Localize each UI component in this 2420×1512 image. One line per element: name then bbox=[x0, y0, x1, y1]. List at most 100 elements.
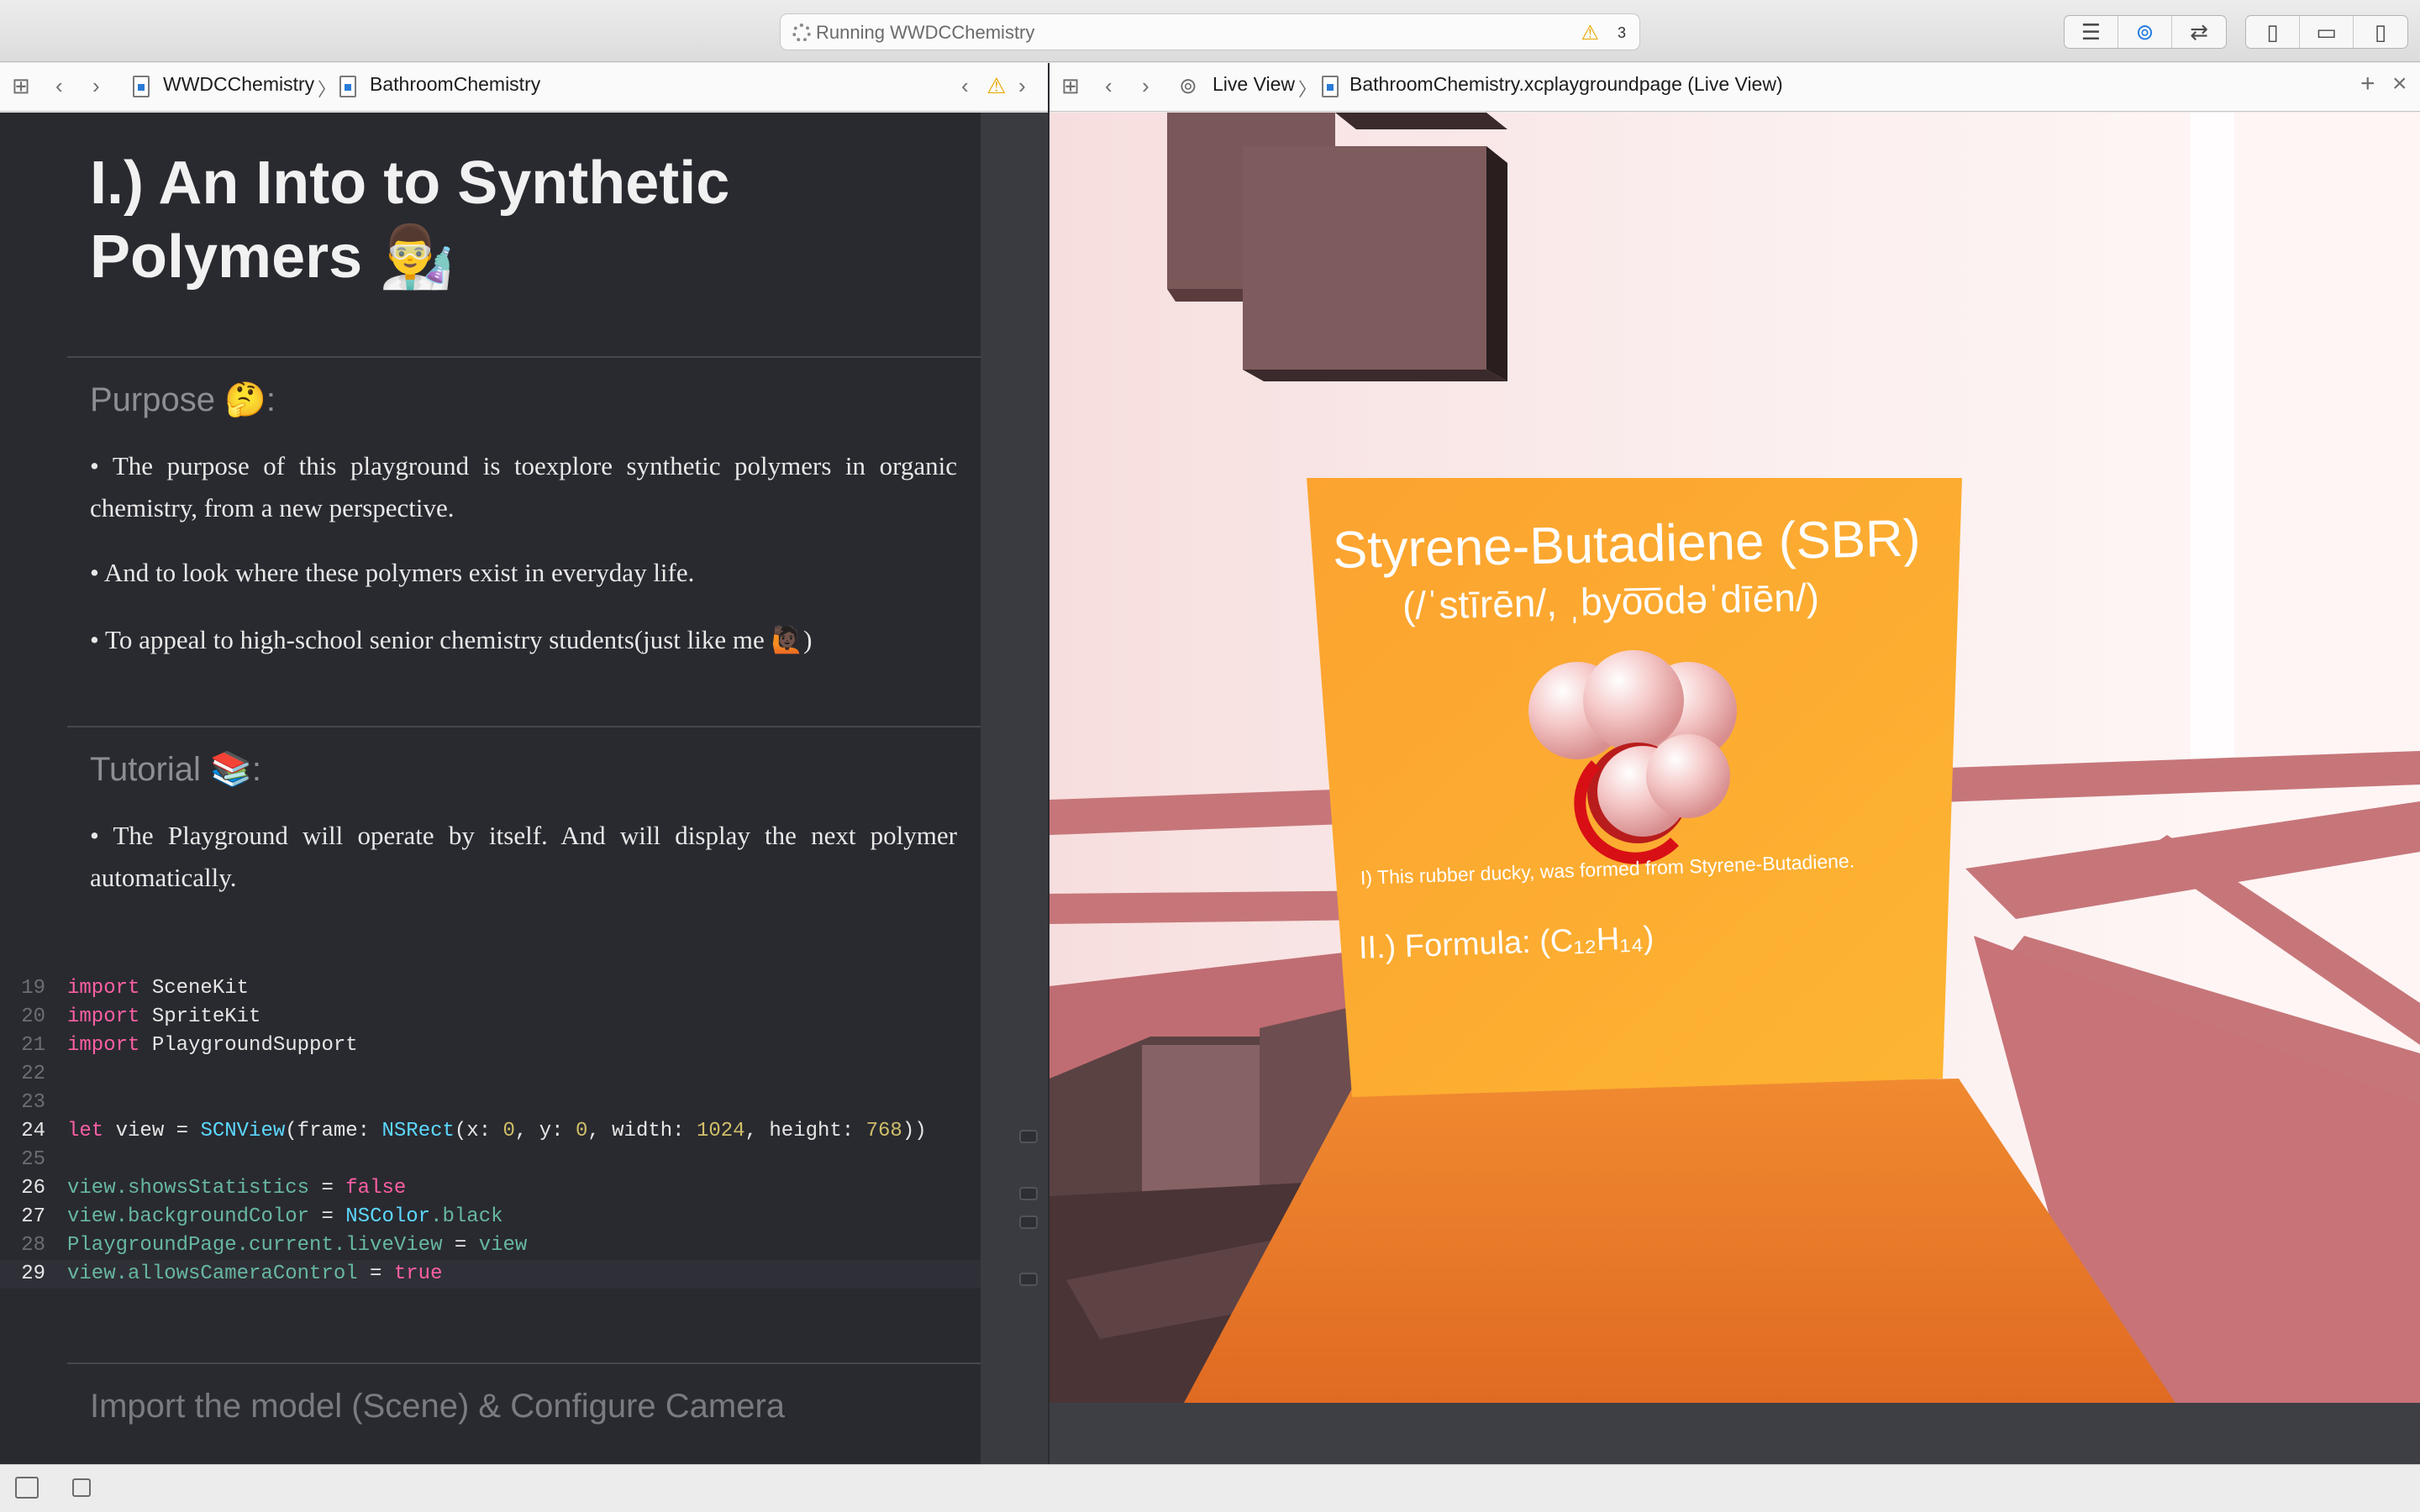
code-token: (frame: bbox=[285, 1120, 382, 1142]
editor-assistant-icon[interactable]: ⊚ bbox=[2118, 16, 2172, 48]
code-token: SpriteKit bbox=[139, 1005, 261, 1028]
window-toolbar: Running WWDCChemistry ⚠ 3 ☰ ⊚ ⇄ ▯ ▭ ▯ bbox=[0, 0, 2420, 62]
results-sidebar bbox=[981, 113, 1048, 1464]
code-text[interactable]: view.allowsCameraControl = true bbox=[67, 1260, 442, 1289]
code-line[interactable]: 25 bbox=[0, 1146, 981, 1174]
sign-title: Styrene-Butadiene (SBR) bbox=[1332, 509, 1922, 580]
related-items-icon[interactable]: ⊞ bbox=[12, 73, 30, 99]
breadcrumb-live-view[interactable]: Live View bbox=[1213, 73, 1295, 96]
add-editor-icon[interactable]: + bbox=[2360, 70, 2375, 98]
tutorial-point: • The Playground will operate by itself.… bbox=[90, 821, 957, 892]
code-token: (x: bbox=[454, 1120, 503, 1142]
page-file-icon bbox=[1322, 76, 1339, 97]
page-title: I.) An Into to Synthetic Polymers 👨‍🔬 bbox=[90, 150, 730, 291]
section-divider bbox=[67, 1362, 981, 1364]
code-line[interactable]: 24 let view = SCNView(frame: NSRect(x: 0,… bbox=[0, 1117, 981, 1146]
code-token: view = bbox=[103, 1120, 201, 1142]
playground-editor[interactable]: I.) An Into to Synthetic Polymers 👨‍🔬 Pu… bbox=[0, 113, 1048, 1464]
line-number: 28 bbox=[21, 1234, 45, 1257]
code-token: PlaygroundPage.current.liveView bbox=[67, 1234, 443, 1257]
code-line[interactable]: 21 import PlaygroundSupport bbox=[0, 1032, 981, 1060]
code-line[interactable]: 26 view.showsStatistics = false bbox=[0, 1174, 981, 1203]
code-line[interactable]: 29 view.allowsCameraControl = true bbox=[0, 1260, 981, 1289]
editor-standard-icon[interactable]: ☰ bbox=[2065, 16, 2118, 48]
breadcrumb-file[interactable]: BathroomChemistry.xcplaygroundpage (Live… bbox=[1349, 73, 1783, 96]
page-file-icon bbox=[339, 76, 356, 97]
result-marker-icon[interactable] bbox=[1019, 1215, 1038, 1229]
code-text[interactable]: view.backgroundColor = NSColor.black bbox=[67, 1203, 503, 1231]
code-text[interactable]: PlaygroundPage.current.liveView = view bbox=[67, 1231, 527, 1260]
purpose-heading: Purpose 🤔: bbox=[90, 381, 276, 418]
code-token: 1024 bbox=[696, 1120, 745, 1142]
code-token: let bbox=[67, 1120, 104, 1142]
code-line[interactable]: 20 import SpriteKit bbox=[0, 1003, 981, 1032]
code-token: = bbox=[309, 1177, 346, 1200]
line-number: 29 bbox=[21, 1263, 45, 1285]
code-token: , height: bbox=[744, 1120, 866, 1142]
previous-issue-icon[interactable]: ‹ bbox=[961, 73, 969, 99]
result-marker-icon[interactable] bbox=[1019, 1187, 1038, 1200]
code-token: import bbox=[67, 1005, 140, 1028]
code-token: import bbox=[67, 977, 140, 1000]
breadcrumb-project[interactable]: WWDCChemistry bbox=[163, 73, 314, 96]
code-text[interactable]: import SceneKit bbox=[67, 974, 249, 1003]
code-line[interactable]: 19 import SceneKit bbox=[0, 974, 981, 1003]
code-token: true bbox=[393, 1263, 443, 1285]
spinner-icon bbox=[792, 24, 811, 42]
section-divider bbox=[67, 356, 981, 358]
line-number: 22 bbox=[21, 1063, 45, 1085]
code-token: view bbox=[478, 1234, 528, 1257]
code-line[interactable]: 22 bbox=[0, 1060, 981, 1089]
code-text[interactable]: import SpriteKit bbox=[67, 1003, 260, 1032]
result-marker-icon[interactable] bbox=[1019, 1273, 1038, 1286]
navigator-toggle-icon[interactable]: ▯ bbox=[2246, 16, 2300, 48]
back-icon[interactable]: ‹ bbox=[55, 73, 63, 99]
code-token: SceneKit bbox=[139, 977, 250, 1000]
show-debug-area-icon[interactable] bbox=[15, 1477, 39, 1499]
assistant-link-icon: ⊚ bbox=[1179, 73, 1197, 98]
utilities-toggle-icon[interactable]: ▯ bbox=[2354, 16, 2407, 48]
code-text[interactable]: import PlaygroundSupport bbox=[67, 1032, 358, 1060]
xcode-window: Running WWDCChemistry ⚠ 3 ☰ ⊚ ⇄ ▯ ▭ ▯ ⊞ … bbox=[0, 0, 2420, 1512]
editor-version-icon[interactable]: ⇄ bbox=[2172, 16, 2226, 48]
code-token: NSColor bbox=[345, 1205, 431, 1228]
code-text[interactable]: let view = SCNView(frame: NSRect(x: 0, y… bbox=[67, 1117, 927, 1146]
breadcrumb-chevron-icon: 〉 bbox=[318, 79, 337, 100]
editor-mode-segmented-control[interactable]: ☰ ⊚ ⇄ bbox=[2064, 15, 2227, 49]
code-line[interactable]: 23 bbox=[0, 1089, 981, 1117]
line-number: 20 bbox=[21, 1005, 45, 1028]
close-editor-icon[interactable]: × bbox=[2392, 70, 2407, 98]
breadcrumb-page[interactable]: BathroomChemistry bbox=[370, 73, 540, 96]
code-line[interactable]: 27 view.backgroundColor = NSColor.black bbox=[0, 1203, 981, 1231]
view-toggle-segmented-control[interactable]: ▯ ▭ ▯ bbox=[2245, 15, 2408, 49]
issue-warning-icon[interactable]: ⚠ bbox=[986, 73, 1006, 99]
code-text[interactable]: view.showsStatistics = false bbox=[67, 1174, 406, 1203]
line-number: 23 bbox=[21, 1091, 45, 1114]
sign-pronunciation: (/ˈstīrēn/, ˌbyo͞odəˈdīēn/) bbox=[1402, 575, 1820, 627]
code-token: = bbox=[309, 1205, 346, 1228]
debug-area-toggle-icon[interactable]: ▭ bbox=[2300, 16, 2354, 48]
code-token: import bbox=[67, 1034, 140, 1057]
warning-count[interactable]: 3 bbox=[1618, 24, 1626, 42]
live-view[interactable]: Styrene-Butadiene (SBR) (/ˈstīrēn/, ˌbyo… bbox=[1050, 113, 2420, 1403]
activity-viewer[interactable]: Running WWDCChemistry ⚠ 3 bbox=[780, 13, 1640, 50]
forward-icon[interactable]: › bbox=[1142, 73, 1150, 99]
warning-icon[interactable]: ⚠ bbox=[1581, 21, 1599, 45]
next-issue-icon[interactable]: › bbox=[1018, 73, 1026, 99]
stop-playground-icon[interactable] bbox=[72, 1478, 91, 1497]
result-marker-icon[interactable] bbox=[1019, 1130, 1038, 1143]
code-token: SCNView bbox=[200, 1120, 286, 1142]
line-number: 19 bbox=[21, 977, 45, 1000]
code-line[interactable]: 28 PlaygroundPage.current.liveView = view bbox=[0, 1231, 981, 1260]
breadcrumb-chevron-icon: 〉 bbox=[1298, 79, 1318, 100]
code-token: view.showsStatistics bbox=[67, 1177, 310, 1200]
forward-icon[interactable]: › bbox=[92, 73, 100, 99]
sign-text-layer: Styrene-Butadiene (SBR) (/ˈstīrēn/, ˌbyo… bbox=[1050, 113, 2420, 1403]
tutorial-heading: Tutorial 📚: bbox=[90, 751, 261, 788]
code-token: = bbox=[357, 1263, 394, 1285]
code-token: , width: bbox=[587, 1120, 697, 1142]
live-view-footer bbox=[1050, 1403, 2420, 1464]
purpose-point: • To appeal to high-school senior chemis… bbox=[90, 625, 813, 654]
related-items-icon[interactable]: ⊞ bbox=[1061, 73, 1080, 99]
back-icon[interactable]: ‹ bbox=[1105, 73, 1113, 99]
